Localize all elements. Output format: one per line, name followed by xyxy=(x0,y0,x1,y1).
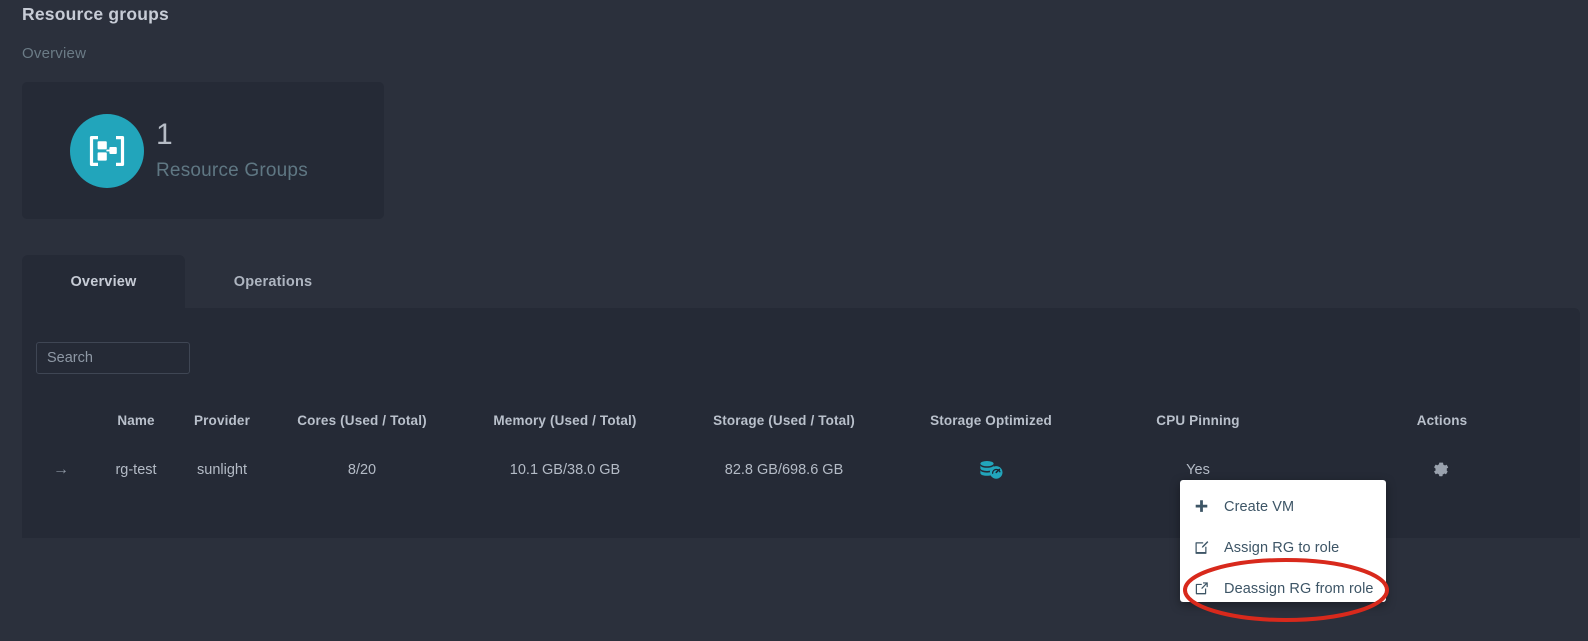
resource-groups-stat-card[interactable]: 1 Resource Groups xyxy=(22,82,384,219)
column-header-actions: Actions xyxy=(1416,413,1468,428)
column-header-name: Name xyxy=(117,413,155,428)
search-input[interactable] xyxy=(36,342,190,374)
menu-item-assign-rg-to-role-label: Assign RG to role xyxy=(1224,539,1340,556)
tab-operations[interactable]: Operations xyxy=(185,255,361,308)
column-header-memory: Memory (Used / Total) xyxy=(493,413,637,428)
resource-groups-count: 1 xyxy=(156,118,173,152)
cell-cores: 8/20 xyxy=(347,462,377,478)
column-header-cores: Cores (Used / Total) xyxy=(297,413,427,428)
storage-optimized-icon xyxy=(890,460,1092,480)
resource-groups-label: Resource Groups xyxy=(156,159,308,181)
page-title: Resource groups xyxy=(22,4,169,24)
column-header-storage-optimized: Storage Optimized xyxy=(930,413,1052,428)
cell-provider: sunlight xyxy=(197,462,247,478)
menu-item-create-vm[interactable]: Create VM xyxy=(1180,486,1386,527)
column-header-expand xyxy=(22,413,100,434)
edit-square-icon xyxy=(1194,540,1216,555)
resource-group-icon xyxy=(70,113,144,188)
table-header-row: Name Provider Cores (Used / Total) Memor… xyxy=(22,413,1580,434)
menu-item-create-vm-label: Create VM xyxy=(1224,498,1295,515)
menu-item-deassign-rg-from-role-label: Deassign RG from role xyxy=(1224,580,1374,597)
row-expand-cell[interactable]: → xyxy=(22,434,100,506)
column-header-provider: Provider xyxy=(194,413,250,428)
external-link-icon xyxy=(1194,581,1216,596)
cell-memory: 10.1 GB/38.0 GB xyxy=(509,462,621,478)
cell-storage: 82.8 GB/698.6 GB xyxy=(724,462,844,478)
app-root: Resource groups Overview 1 Resource Grou… xyxy=(0,0,1588,641)
plus-icon xyxy=(1194,499,1216,514)
menu-item-deassign-rg-from-role[interactable]: Deassign RG from role xyxy=(1180,568,1386,609)
stat-card-text: 1 Resource Groups xyxy=(156,119,308,182)
cell-storage-optimized xyxy=(890,434,1092,506)
arrow-right-icon[interactable]: → xyxy=(53,461,69,478)
row-context-menu: Create VM Assign RG to role Deassign RG … xyxy=(1180,480,1386,602)
column-header-cpu-pinning: CPU Pinning xyxy=(1156,413,1240,428)
menu-item-assign-rg-to-role[interactable]: Assign RG to role xyxy=(1180,527,1386,568)
tab-overview[interactable]: Overview xyxy=(22,255,185,308)
cell-name: rg-test xyxy=(115,462,157,478)
breadcrumb: Overview xyxy=(22,45,87,62)
tab-strip: Overview Operations xyxy=(22,255,361,308)
column-header-storage: Storage (Used / Total) xyxy=(713,413,855,428)
gear-icon[interactable] xyxy=(1304,462,1580,478)
